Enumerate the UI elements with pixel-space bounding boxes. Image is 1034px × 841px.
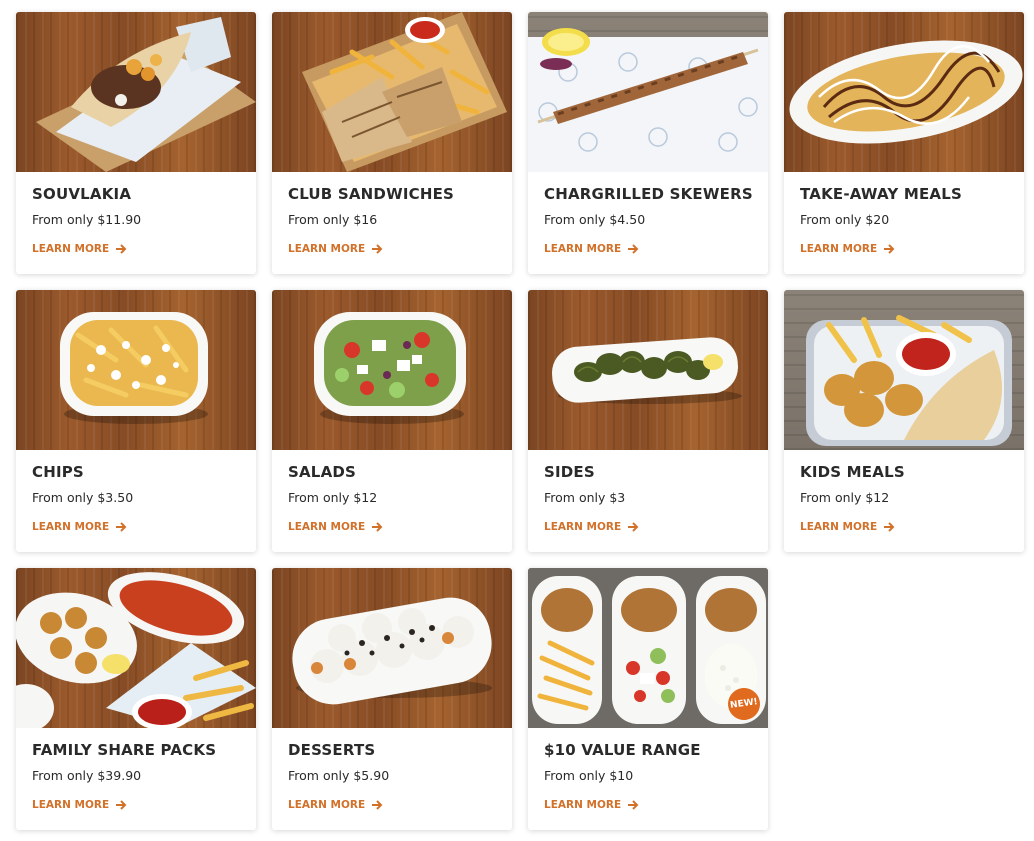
sides-photo [528,290,768,450]
chargrilled-skewers-photo [528,12,768,172]
learn-more-label: LEARN MORE [288,521,366,533]
learn-more-label: LEARN MORE [800,243,878,255]
arrow-right-icon [372,800,383,810]
arrow-right-icon [372,522,383,532]
menu-card-chargrilled-skewers[interactable]: CHARGRILLED SKEWERS From only $4.50 LEAR… [528,12,768,274]
card-price: From only $3 [544,490,626,505]
menu-category-grid: SOUVLAKIA From only $11.90 LEARN MORE CL… [0,0,1034,841]
menu-card-value-range[interactable]: NEW! $10 VALUE RANGE From only $10 LEARN… [528,568,768,830]
learn-more-label: LEARN MORE [544,799,622,811]
card-price: From only $3.50 [32,490,134,505]
card-title: SALADS [288,463,357,481]
learn-more-link[interactable]: LEARN MORE [32,243,127,255]
card-title: SOUVLAKIA [32,185,132,203]
card-title: FAMILY SHARE PACKS [32,741,217,759]
learn-more-link[interactable]: LEARN MORE [32,521,127,533]
card-title: CLUB SANDWICHES [288,185,455,203]
card-price: From only $4.50 [544,212,646,227]
arrow-right-icon [884,244,895,254]
arrow-right-icon [116,800,127,810]
learn-more-link[interactable]: LEARN MORE [800,243,895,255]
card-title: SIDES [544,463,595,481]
menu-card-family-share-packs[interactable]: FAMILY SHARE PACKS From only $39.90 LEAR… [16,568,256,830]
value-range-photo: NEW! [528,568,768,728]
arrow-right-icon [372,244,383,254]
learn-more-link[interactable]: LEARN MORE [288,243,383,255]
card-title: KIDS MEALS [800,463,905,481]
card-price: From only $12 [800,490,890,505]
learn-more-label: LEARN MORE [288,799,366,811]
menu-card-salads[interactable]: SALADS From only $12 LEARN MORE [272,290,512,552]
card-title: CHARGRILLED SKEWERS [544,185,753,203]
family-share-packs-photo [16,568,256,728]
learn-more-link[interactable]: LEARN MORE [544,243,639,255]
learn-more-label: LEARN MORE [800,521,878,533]
learn-more-link[interactable]: LEARN MORE [544,799,639,811]
menu-card-sides[interactable]: SIDES From only $3 LEARN MORE [528,290,768,552]
card-price: From only $11.90 [32,212,142,227]
desserts-photo [272,568,512,728]
arrow-right-icon [884,522,895,532]
learn-more-link[interactable]: LEARN MORE [544,521,639,533]
learn-more-label: LEARN MORE [32,243,110,255]
menu-card-souvlakia[interactable]: SOUVLAKIA From only $11.90 LEARN MORE [16,12,256,274]
learn-more-label: LEARN MORE [544,521,622,533]
menu-card-kids-meals[interactable]: KIDS MEALS From only $12 LEARN MORE [784,290,1024,552]
learn-more-link[interactable]: LEARN MORE [288,521,383,533]
card-price: From only $12 [288,490,378,505]
card-price: From only $10 [544,768,634,783]
card-title: TAKE-AWAY MEALS [800,185,962,203]
souvlakia-photo [16,12,256,172]
card-title: $10 VALUE RANGE [544,741,701,759]
card-title: CHIPS [32,463,84,481]
learn-more-label: LEARN MORE [544,243,622,255]
arrow-right-icon [628,522,639,532]
card-price: From only $20 [800,212,890,227]
learn-more-link[interactable]: LEARN MORE [800,521,895,533]
learn-more-link[interactable]: LEARN MORE [288,799,383,811]
club-sandwiches-photo [272,12,512,172]
learn-more-label: LEARN MORE [288,243,366,255]
kids-meals-photo [784,290,1024,450]
card-price: From only $39.90 [32,768,142,783]
learn-more-link[interactable]: LEARN MORE [32,799,127,811]
salads-photo [272,290,512,450]
take-away-meals-photo [784,12,1024,172]
menu-card-desserts[interactable]: DESSERTS From only $5.90 LEARN MORE [272,568,512,830]
learn-more-label: LEARN MORE [32,799,110,811]
card-title: DESSERTS [288,741,376,759]
menu-card-club-sandwiches[interactable]: CLUB SANDWICHES From only $16 LEARN MORE [272,12,512,274]
arrow-right-icon [628,800,639,810]
arrow-right-icon [116,244,127,254]
menu-card-take-away-meals[interactable]: TAKE-AWAY MEALS From only $20 LEARN MORE [784,12,1024,274]
arrow-right-icon [116,522,127,532]
card-price: From only $5.90 [288,768,390,783]
menu-card-chips[interactable]: CHIPS From only $3.50 LEARN MORE [16,290,256,552]
learn-more-label: LEARN MORE [32,521,110,533]
chips-photo [16,290,256,450]
card-price: From only $16 [288,212,378,227]
arrow-right-icon [628,244,639,254]
